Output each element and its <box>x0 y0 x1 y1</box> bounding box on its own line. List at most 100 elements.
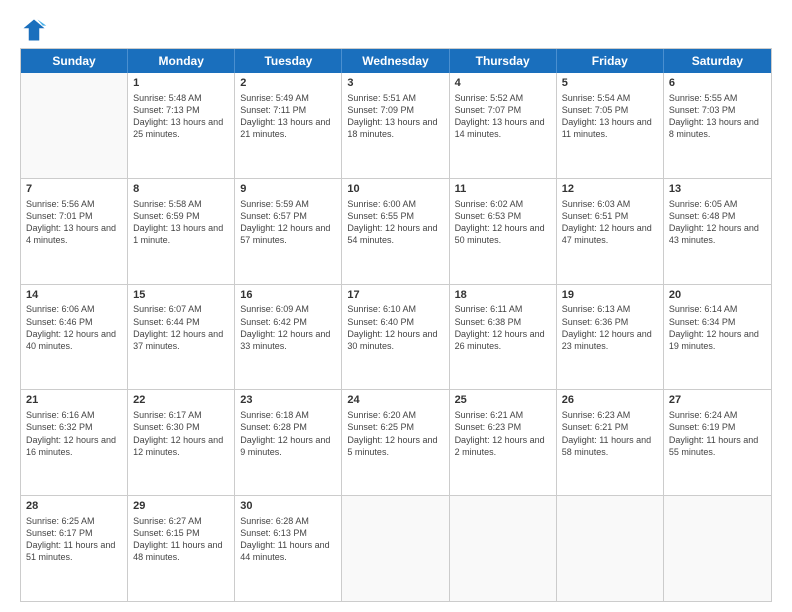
day-number: 21 <box>26 393 122 408</box>
calendar-row-4: 28Sunrise: 6:25 AM Sunset: 6:17 PM Dayli… <box>21 495 771 601</box>
day-number: 19 <box>562 288 658 303</box>
cell-info: Sunrise: 6:00 AM Sunset: 6:55 PM Dayligh… <box>347 198 443 247</box>
cell-info: Sunrise: 6:03 AM Sunset: 6:51 PM Dayligh… <box>562 198 658 247</box>
calendar-cell-r0c5: 5Sunrise: 5:54 AM Sunset: 7:05 PM Daylig… <box>557 73 664 178</box>
cell-info: Sunrise: 6:14 AM Sunset: 6:34 PM Dayligh… <box>669 303 766 352</box>
day-number: 22 <box>133 393 229 408</box>
header <box>20 16 772 44</box>
cell-info: Sunrise: 5:52 AM Sunset: 7:07 PM Dayligh… <box>455 92 551 141</box>
day-number: 23 <box>240 393 336 408</box>
day-number: 30 <box>240 499 336 514</box>
calendar-row-1: 7Sunrise: 5:56 AM Sunset: 7:01 PM Daylig… <box>21 178 771 284</box>
cell-info: Sunrise: 5:51 AM Sunset: 7:09 PM Dayligh… <box>347 92 443 141</box>
cell-info: Sunrise: 6:05 AM Sunset: 6:48 PM Dayligh… <box>669 198 766 247</box>
calendar-cell-r1c4: 11Sunrise: 6:02 AM Sunset: 6:53 PM Dayli… <box>450 179 557 284</box>
calendar-cell-r4c1: 29Sunrise: 6:27 AM Sunset: 6:15 PM Dayli… <box>128 496 235 601</box>
cell-info: Sunrise: 5:55 AM Sunset: 7:03 PM Dayligh… <box>669 92 766 141</box>
calendar-row-2: 14Sunrise: 6:06 AM Sunset: 6:46 PM Dayli… <box>21 284 771 390</box>
header-day-tuesday: Tuesday <box>235 49 342 73</box>
cell-info: Sunrise: 6:11 AM Sunset: 6:38 PM Dayligh… <box>455 303 551 352</box>
logo-icon <box>20 16 48 44</box>
cell-info: Sunrise: 6:16 AM Sunset: 6:32 PM Dayligh… <box>26 409 122 458</box>
header-day-wednesday: Wednesday <box>342 49 449 73</box>
logo <box>20 16 52 44</box>
calendar-cell-r3c5: 26Sunrise: 6:23 AM Sunset: 6:21 PM Dayli… <box>557 390 664 495</box>
day-number: 6 <box>669 76 766 91</box>
calendar-cell-r4c3 <box>342 496 449 601</box>
cell-info: Sunrise: 5:56 AM Sunset: 7:01 PM Dayligh… <box>26 198 122 247</box>
cell-info: Sunrise: 6:27 AM Sunset: 6:15 PM Dayligh… <box>133 515 229 564</box>
cell-info: Sunrise: 6:18 AM Sunset: 6:28 PM Dayligh… <box>240 409 336 458</box>
cell-info: Sunrise: 6:24 AM Sunset: 6:19 PM Dayligh… <box>669 409 766 458</box>
day-number: 20 <box>669 288 766 303</box>
day-number: 24 <box>347 393 443 408</box>
cell-info: Sunrise: 6:13 AM Sunset: 6:36 PM Dayligh… <box>562 303 658 352</box>
calendar-cell-r2c6: 20Sunrise: 6:14 AM Sunset: 6:34 PM Dayli… <box>664 285 771 390</box>
cell-info: Sunrise: 5:49 AM Sunset: 7:11 PM Dayligh… <box>240 92 336 141</box>
day-number: 9 <box>240 182 336 197</box>
calendar-cell-r3c3: 24Sunrise: 6:20 AM Sunset: 6:25 PM Dayli… <box>342 390 449 495</box>
cell-info: Sunrise: 6:23 AM Sunset: 6:21 PM Dayligh… <box>562 409 658 458</box>
calendar: SundayMondayTuesdayWednesdayThursdayFrid… <box>20 48 772 602</box>
header-day-saturday: Saturday <box>664 49 771 73</box>
cell-info: Sunrise: 6:17 AM Sunset: 6:30 PM Dayligh… <box>133 409 229 458</box>
calendar-row-3: 21Sunrise: 6:16 AM Sunset: 6:32 PM Dayli… <box>21 389 771 495</box>
day-number: 10 <box>347 182 443 197</box>
day-number: 17 <box>347 288 443 303</box>
header-day-monday: Monday <box>128 49 235 73</box>
page: SundayMondayTuesdayWednesdayThursdayFrid… <box>0 0 792 612</box>
cell-info: Sunrise: 6:09 AM Sunset: 6:42 PM Dayligh… <box>240 303 336 352</box>
cell-info: Sunrise: 6:25 AM Sunset: 6:17 PM Dayligh… <box>26 515 122 564</box>
calendar-cell-r1c1: 8Sunrise: 5:58 AM Sunset: 6:59 PM Daylig… <box>128 179 235 284</box>
day-number: 8 <box>133 182 229 197</box>
day-number: 16 <box>240 288 336 303</box>
calendar-cell-r0c4: 4Sunrise: 5:52 AM Sunset: 7:07 PM Daylig… <box>450 73 557 178</box>
calendar-cell-r0c2: 2Sunrise: 5:49 AM Sunset: 7:11 PM Daylig… <box>235 73 342 178</box>
cell-info: Sunrise: 6:20 AM Sunset: 6:25 PM Dayligh… <box>347 409 443 458</box>
cell-info: Sunrise: 5:48 AM Sunset: 7:13 PM Dayligh… <box>133 92 229 141</box>
cell-info: Sunrise: 6:07 AM Sunset: 6:44 PM Dayligh… <box>133 303 229 352</box>
calendar-cell-r4c2: 30Sunrise: 6:28 AM Sunset: 6:13 PM Dayli… <box>235 496 342 601</box>
cell-info: Sunrise: 5:59 AM Sunset: 6:57 PM Dayligh… <box>240 198 336 247</box>
cell-info: Sunrise: 6:28 AM Sunset: 6:13 PM Dayligh… <box>240 515 336 564</box>
cell-info: Sunrise: 6:10 AM Sunset: 6:40 PM Dayligh… <box>347 303 443 352</box>
calendar-cell-r2c5: 19Sunrise: 6:13 AM Sunset: 6:36 PM Dayli… <box>557 285 664 390</box>
day-number: 4 <box>455 76 551 91</box>
day-number: 29 <box>133 499 229 514</box>
calendar-cell-r0c0 <box>21 73 128 178</box>
day-number: 15 <box>133 288 229 303</box>
day-number: 25 <box>455 393 551 408</box>
calendar-cell-r3c4: 25Sunrise: 6:21 AM Sunset: 6:23 PM Dayli… <box>450 390 557 495</box>
calendar-header: SundayMondayTuesdayWednesdayThursdayFrid… <box>21 49 771 73</box>
day-number: 26 <box>562 393 658 408</box>
calendar-cell-r0c1: 1Sunrise: 5:48 AM Sunset: 7:13 PM Daylig… <box>128 73 235 178</box>
day-number: 27 <box>669 393 766 408</box>
header-day-friday: Friday <box>557 49 664 73</box>
calendar-body: 1Sunrise: 5:48 AM Sunset: 7:13 PM Daylig… <box>21 73 771 601</box>
header-day-thursday: Thursday <box>450 49 557 73</box>
cell-info: Sunrise: 5:58 AM Sunset: 6:59 PM Dayligh… <box>133 198 229 247</box>
calendar-cell-r1c2: 9Sunrise: 5:59 AM Sunset: 6:57 PM Daylig… <box>235 179 342 284</box>
cell-info: Sunrise: 6:21 AM Sunset: 6:23 PM Dayligh… <box>455 409 551 458</box>
calendar-cell-r3c2: 23Sunrise: 6:18 AM Sunset: 6:28 PM Dayli… <box>235 390 342 495</box>
calendar-cell-r1c3: 10Sunrise: 6:00 AM Sunset: 6:55 PM Dayli… <box>342 179 449 284</box>
calendar-cell-r0c6: 6Sunrise: 5:55 AM Sunset: 7:03 PM Daylig… <box>664 73 771 178</box>
cell-info: Sunrise: 5:54 AM Sunset: 7:05 PM Dayligh… <box>562 92 658 141</box>
calendar-cell-r0c3: 3Sunrise: 5:51 AM Sunset: 7:09 PM Daylig… <box>342 73 449 178</box>
calendar-cell-r3c1: 22Sunrise: 6:17 AM Sunset: 6:30 PM Dayli… <box>128 390 235 495</box>
calendar-cell-r1c0: 7Sunrise: 5:56 AM Sunset: 7:01 PM Daylig… <box>21 179 128 284</box>
header-day-sunday: Sunday <box>21 49 128 73</box>
day-number: 14 <box>26 288 122 303</box>
calendar-cell-r4c5 <box>557 496 664 601</box>
day-number: 2 <box>240 76 336 91</box>
day-number: 11 <box>455 182 551 197</box>
day-number: 28 <box>26 499 122 514</box>
day-number: 7 <box>26 182 122 197</box>
calendar-cell-r1c6: 13Sunrise: 6:05 AM Sunset: 6:48 PM Dayli… <box>664 179 771 284</box>
day-number: 12 <box>562 182 658 197</box>
calendar-cell-r2c3: 17Sunrise: 6:10 AM Sunset: 6:40 PM Dayli… <box>342 285 449 390</box>
cell-info: Sunrise: 6:06 AM Sunset: 6:46 PM Dayligh… <box>26 303 122 352</box>
calendar-cell-r2c2: 16Sunrise: 6:09 AM Sunset: 6:42 PM Dayli… <box>235 285 342 390</box>
calendar-cell-r4c0: 28Sunrise: 6:25 AM Sunset: 6:17 PM Dayli… <box>21 496 128 601</box>
calendar-cell-r2c0: 14Sunrise: 6:06 AM Sunset: 6:46 PM Dayli… <box>21 285 128 390</box>
